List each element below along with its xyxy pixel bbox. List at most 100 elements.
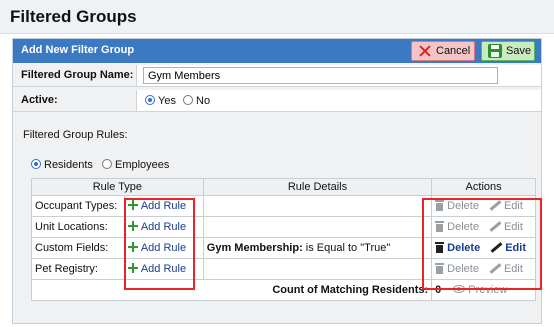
- add-rule-label: Add Rule: [140, 221, 187, 233]
- active-options: Yes No: [145, 95, 214, 107]
- delete-label: Delete: [447, 242, 481, 254]
- pencil-icon: [489, 200, 501, 211]
- actions-header: Actions: [431, 178, 536, 196]
- rule-type-cell: Custom Fields:: [31, 237, 125, 259]
- employees-option[interactable]: Employees: [101, 159, 170, 171]
- edit-button[interactable]: Edit: [479, 263, 523, 275]
- radio-unselected-icon: [101, 159, 112, 169]
- pencil-icon: [489, 263, 501, 274]
- pencil-icon: [490, 242, 502, 253]
- table-row: Occupant Types: Add Rule Delete Edit: [31, 195, 536, 217]
- eye-icon: [453, 285, 466, 293]
- add-rule-cell: Add Rule: [123, 216, 204, 238]
- group-name-input[interactable]: [143, 67, 498, 84]
- edit-button[interactable]: Edit: [480, 242, 526, 254]
- cancel-label: Cancel: [436, 45, 471, 57]
- active-row: Active: Yes No: [13, 90, 541, 112]
- rule-type-header: Rule Type: [31, 178, 204, 196]
- employees-label: Employees: [114, 159, 170, 171]
- count-row: Count of Matching Residents: 0 Preview: [30, 279, 536, 301]
- active-no-option[interactable]: No: [183, 95, 210, 107]
- count-label: Count of Matching Residents:: [30, 279, 433, 301]
- save-label: Save: [506, 45, 532, 57]
- trash-icon: [435, 221, 445, 232]
- rule-details-header: Rule Details: [202, 178, 433, 196]
- add-rule-cell: Add Rule: [123, 237, 204, 259]
- delete-label: Delete: [447, 221, 479, 233]
- rule-type-cell: Unit Locations:: [31, 216, 125, 238]
- active-label: Active:: [13, 90, 137, 111]
- plus-icon: [127, 263, 138, 273]
- actions-cell: Delete Edit: [431, 258, 536, 280]
- delete-label: Delete: [447, 200, 479, 212]
- table-row: Unit Locations: Add Rule Delete Edit: [31, 216, 536, 238]
- rule-detail-field: Gym Membership:: [206, 242, 303, 254]
- close-icon: [418, 44, 432, 58]
- add-rule-button[interactable]: Add Rule: [127, 200, 187, 212]
- rule-type-cell: Occupant Types:: [31, 195, 125, 217]
- panel-title-bar: Add New Filter Group Cancel Save: [13, 39, 541, 63]
- plus-icon: [127, 221, 138, 231]
- edit-button[interactable]: Edit: [479, 221, 523, 233]
- rule-details-cell: [202, 258, 433, 280]
- rule-type-cell: Pet Registry:: [31, 258, 125, 280]
- residents-label: Residents: [44, 159, 93, 171]
- cancel-button[interactable]: Cancel: [411, 41, 475, 61]
- radio-selected-icon: [31, 159, 41, 169]
- add-rule-button[interactable]: Add Rule: [127, 242, 187, 254]
- group-name-label: Filtered Group Name:: [13, 65, 137, 86]
- table-row: Pet Registry: Add Rule Delete Edit: [31, 258, 536, 280]
- actions-cell: Delete Edit: [431, 237, 536, 259]
- rule-details-cell: [202, 195, 433, 217]
- add-rule-button[interactable]: Add Rule: [127, 221, 187, 233]
- rules-table: Rule Type Rule Details Actions Occupant …: [30, 178, 536, 301]
- add-filter-group-panel: Add New Filter Group Cancel Save Filtere…: [12, 38, 542, 324]
- rule-detail-text: is Equal to "True": [302, 242, 391, 254]
- plus-icon: [127, 242, 138, 252]
- rule-target-options: Residents Employees: [31, 159, 175, 171]
- add-rule-cell: Add Rule: [123, 195, 204, 217]
- trash-icon: [435, 242, 445, 253]
- rule-details-cell: Gym Membership: is Equal to "True": [202, 237, 433, 259]
- edit-label: Edit: [505, 242, 526, 254]
- page-header: Filtered Groups: [0, 0, 554, 34]
- active-yes-label: Yes: [158, 95, 176, 107]
- save-button[interactable]: Save: [481, 41, 535, 61]
- save-icon: [488, 44, 502, 58]
- edit-label: Edit: [503, 200, 523, 212]
- delete-button[interactable]: Delete: [435, 200, 479, 212]
- radio-selected-icon: [145, 95, 155, 105]
- page-title: Filtered Groups: [10, 7, 137, 26]
- radio-unselected-icon: [183, 95, 194, 105]
- trash-icon: [435, 263, 445, 274]
- delete-button[interactable]: Delete: [435, 263, 479, 275]
- delete-button[interactable]: Delete: [435, 242, 480, 254]
- active-no-label: No: [196, 95, 211, 107]
- pencil-icon: [489, 221, 501, 232]
- actions-cell: Delete Edit: [431, 195, 536, 217]
- rules-table-header: Rule Type Rule Details Actions: [31, 178, 536, 196]
- group-name-row: Filtered Group Name:: [13, 65, 541, 87]
- actions-cell: Delete Edit: [431, 216, 536, 238]
- edit-label: Edit: [503, 263, 523, 275]
- add-rule-label: Add Rule: [140, 263, 187, 275]
- plus-icon: [127, 200, 138, 210]
- panel-title: Add New Filter Group: [21, 44, 135, 56]
- table-row: Custom Fields: Add Rule Gym Membership: …: [31, 237, 536, 259]
- preview-button[interactable]: Preview: [441, 284, 507, 296]
- add-rule-label: Add Rule: [140, 200, 187, 212]
- count-cell: 0 Preview: [431, 279, 536, 301]
- edit-label: Edit: [503, 221, 523, 233]
- delete-label: Delete: [447, 263, 479, 275]
- delete-button[interactable]: Delete: [435, 221, 479, 233]
- trash-icon: [435, 200, 445, 211]
- residents-option[interactable]: Residents: [31, 159, 93, 171]
- add-rule-label: Add Rule: [140, 242, 187, 254]
- add-rule-cell: Add Rule: [123, 258, 204, 280]
- add-rule-button[interactable]: Add Rule: [127, 263, 187, 275]
- preview-label: Preview: [468, 284, 508, 296]
- edit-button[interactable]: Edit: [479, 200, 523, 212]
- active-yes-option[interactable]: Yes: [145, 95, 176, 107]
- rule-details-cell: [202, 216, 433, 238]
- rules-heading: Filtered Group Rules:: [23, 129, 128, 141]
